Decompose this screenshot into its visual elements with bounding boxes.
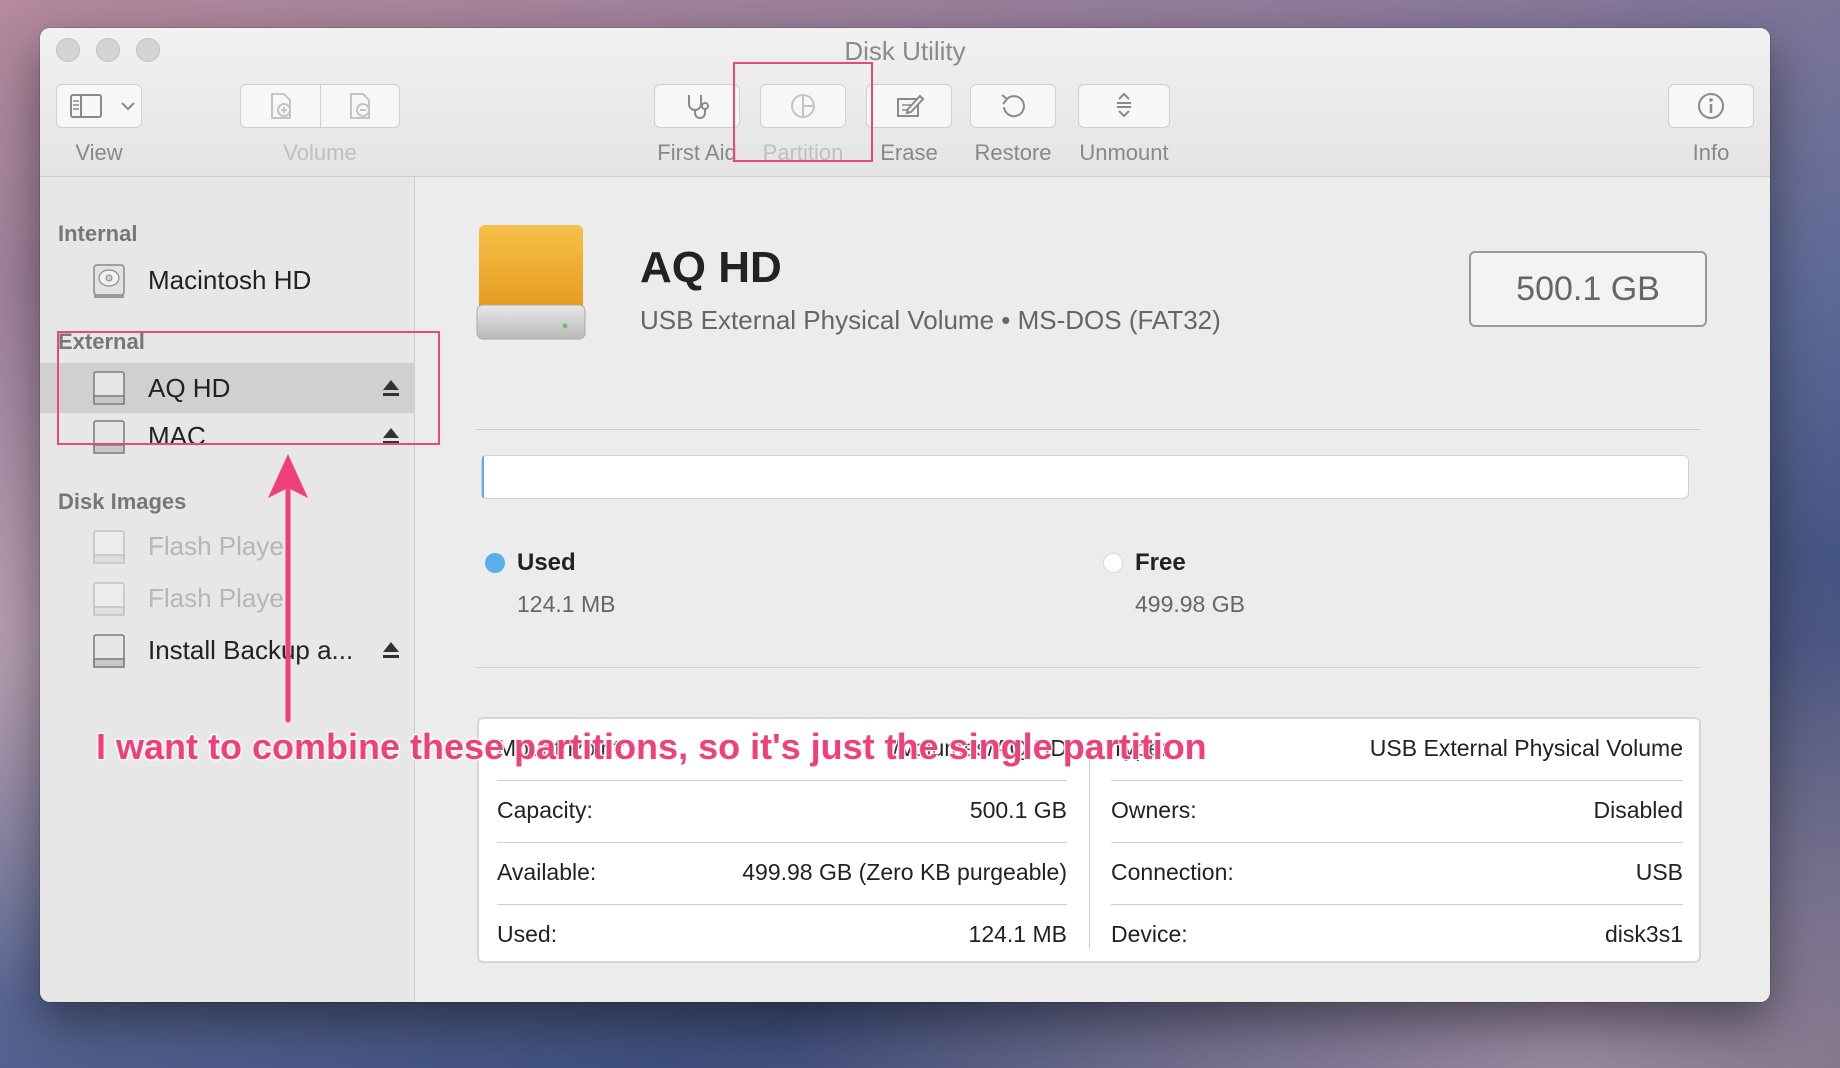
erase-icon bbox=[867, 85, 951, 127]
partitions-highlight-box bbox=[57, 331, 440, 445]
unmount-label: Unmount bbox=[1079, 140, 1169, 165]
info-value: USB External Physical Volume bbox=[1369, 735, 1683, 761]
view-label: View bbox=[75, 140, 123, 165]
partition-highlight-box bbox=[733, 62, 873, 162]
toolbar: Disk Utility View Volume First Aid Parti… bbox=[40, 28, 1770, 177]
restore-button[interactable] bbox=[970, 84, 1056, 128]
sidebar-item-label: Install Backup a... bbox=[148, 635, 354, 665]
used-legend-dot bbox=[485, 553, 505, 573]
info-key: Device: bbox=[1111, 921, 1188, 947]
first-aid-button[interactable] bbox=[654, 84, 740, 128]
table-row: Capacity: 500.1 GB bbox=[497, 781, 1067, 843]
divider bbox=[475, 429, 1701, 430]
volume-label: Volume bbox=[283, 140, 357, 165]
table-row: Device: disk3s1 bbox=[1111, 905, 1683, 967]
remove-volume-icon bbox=[350, 93, 370, 119]
sidebar-item-label: Macintosh HD bbox=[148, 265, 312, 295]
divider bbox=[475, 667, 1701, 668]
info-value: USB bbox=[1635, 859, 1683, 885]
info-button[interactable] bbox=[1668, 84, 1754, 128]
used-legend-label: Used bbox=[517, 549, 576, 576]
info-label: Info bbox=[1692, 140, 1730, 165]
info-value: 500.1 GB bbox=[969, 797, 1067, 823]
restore-icon bbox=[971, 85, 1055, 127]
disk-image-icon bbox=[93, 530, 125, 564]
unmount-icon bbox=[1079, 85, 1169, 127]
table-row: Connection: USB bbox=[1111, 843, 1683, 905]
add-volume-button[interactable] bbox=[241, 85, 321, 127]
remove-volume-button[interactable] bbox=[321, 85, 399, 127]
eject-icon[interactable] bbox=[382, 641, 400, 659]
restore-label: Restore bbox=[974, 140, 1052, 165]
volume-button-group bbox=[240, 84, 400, 128]
info-key: Owners: bbox=[1111, 797, 1197, 823]
sidebar-section-internal: Internal bbox=[58, 221, 138, 246]
free-legend-dot bbox=[1103, 553, 1123, 573]
info-icon bbox=[1669, 85, 1753, 127]
info-value: 124.1 MB bbox=[968, 921, 1067, 947]
volume-name: AQ HD bbox=[640, 243, 782, 292]
info-key: Connection: bbox=[1111, 859, 1234, 885]
window-title: Disk Utility bbox=[844, 36, 966, 66]
volume-subtitle: USB External Physical Volume • MS-DOS (F… bbox=[640, 305, 1221, 335]
erase-button[interactable] bbox=[866, 84, 952, 128]
volume-size-badge: 500.1 GB bbox=[1469, 251, 1707, 327]
info-key: Capacity: bbox=[497, 797, 593, 823]
internal-drive-icon bbox=[93, 264, 125, 298]
sidebar-section-disk-images: Disk Images bbox=[58, 489, 187, 514]
sidebar-item-macintosh-hd[interactable]: Macintosh HD bbox=[40, 257, 414, 303]
usage-bar-used bbox=[482, 456, 485, 498]
info-value: 499.98 GB (Zero KB purgeable) bbox=[742, 859, 1067, 885]
sidebar-item-flash-player-2[interactable]: Flash Playe bbox=[40, 575, 414, 621]
table-row: Available: 499.98 GB (Zero KB purgeable) bbox=[497, 843, 1067, 905]
info-key: Available: bbox=[497, 859, 597, 885]
annotation-arrow-icon bbox=[268, 454, 308, 723]
sidebar-item-flash-player-1[interactable]: Flash Playe bbox=[40, 523, 414, 569]
free-legend-label: Free bbox=[1135, 549, 1186, 576]
annotation-text: I want to combine these partitions, so i… bbox=[96, 726, 1207, 767]
info-value: disk3s1 bbox=[1605, 921, 1683, 947]
chevron-down-icon bbox=[115, 85, 141, 127]
sidebar-item-install-backup[interactable]: Install Backup a... bbox=[40, 627, 414, 673]
add-volume-icon bbox=[270, 93, 291, 119]
info-value: Disabled bbox=[1593, 797, 1684, 823]
info-key: Used: bbox=[497, 921, 558, 947]
usage-bar bbox=[481, 455, 1689, 499]
table-row: Used: 124.1 MB bbox=[497, 905, 1067, 967]
column-divider bbox=[1089, 739, 1090, 949]
disk-image-icon bbox=[93, 634, 125, 668]
external-drive-large-icon bbox=[476, 225, 586, 340]
sidebar-toggle-icon bbox=[57, 85, 115, 127]
unmount-button[interactable] bbox=[1078, 84, 1170, 128]
view-button[interactable] bbox=[56, 84, 142, 128]
table-row: Owners: Disabled bbox=[1111, 781, 1683, 843]
stethoscope-icon bbox=[655, 85, 739, 127]
sidebar: Internal Macintosh HD External AQ HD MAC… bbox=[40, 177, 415, 1002]
free-value: 499.98 GB bbox=[1135, 591, 1245, 617]
used-value: 124.1 MB bbox=[517, 591, 616, 617]
detail-pane: AQ HD USB External Physical Volume • MS-… bbox=[415, 177, 1770, 1002]
disk-image-icon bbox=[93, 582, 125, 616]
